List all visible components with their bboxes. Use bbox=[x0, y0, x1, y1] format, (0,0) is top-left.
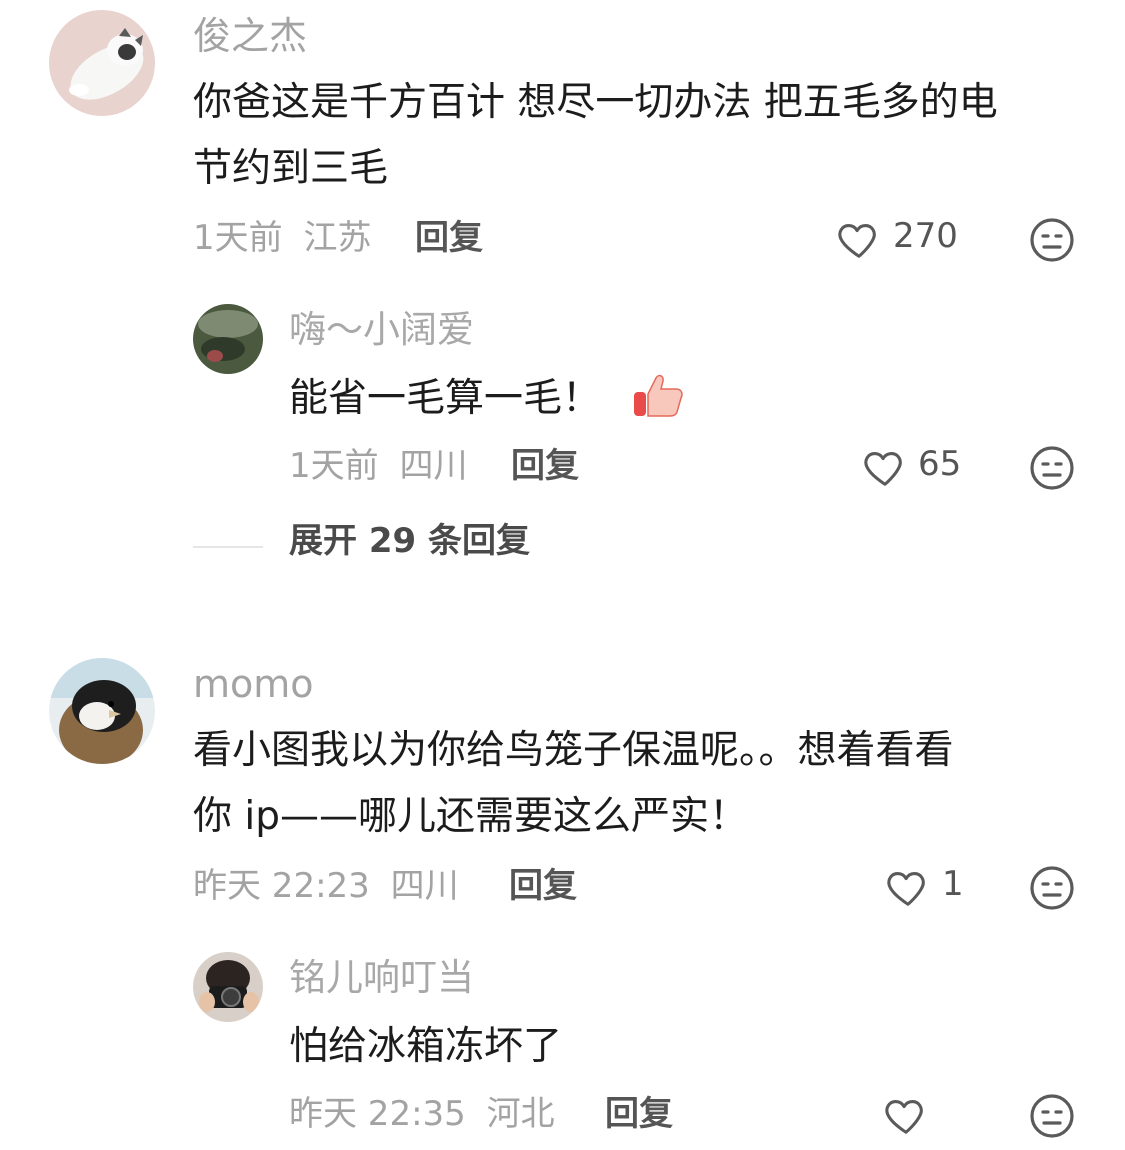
heart-outline-icon[interactable] bbox=[862, 444, 908, 490]
comment-text-line: 你 ip——哪儿还需要这么严实！ bbox=[193, 794, 748, 839]
comment-time: 昨天 22:23 bbox=[193, 866, 370, 906]
reply-author[interactable]: 铭儿响叮当 bbox=[289, 956, 474, 1000]
comment-text: 看小图我以为你给鸟笼子保温呢。。想着看看 你 ip——哪儿还需要这么严实！ bbox=[193, 718, 1093, 850]
reply-text: 怕给冰箱冻坏了 bbox=[289, 1024, 563, 1069]
comment-text-line: 节约到三毛 bbox=[193, 146, 389, 191]
like-count: 1 bbox=[942, 864, 964, 904]
avatar-bird[interactable] bbox=[49, 658, 155, 764]
comment-location: 江苏 bbox=[303, 218, 372, 258]
reply-location: 四川 bbox=[399, 446, 468, 486]
comment-text: 你爸这是千方百计 想尽一切办法 把五毛多的电 节约到三毛 bbox=[193, 70, 1093, 202]
comment-author[interactable]: momo bbox=[193, 662, 314, 706]
reply-text: 能省一毛算一毛！ bbox=[289, 376, 602, 421]
expand-divider bbox=[193, 546, 263, 548]
reply-time: 昨天 22:35 bbox=[289, 1094, 466, 1134]
avatar-reply-1[interactable] bbox=[193, 304, 263, 374]
comment-meta: 1天前 江苏 bbox=[193, 216, 371, 260]
reply-time: 1天前 bbox=[289, 446, 379, 486]
reply-button[interactable]: 回复 bbox=[605, 1092, 673, 1136]
like-count: 65 bbox=[918, 444, 962, 484]
avatar-cat[interactable] bbox=[49, 10, 155, 116]
neutral-face-icon[interactable] bbox=[1028, 1092, 1076, 1140]
reply-button[interactable]: 回复 bbox=[509, 864, 577, 908]
reply-button[interactable]: 回复 bbox=[511, 444, 579, 488]
neutral-face-icon[interactable] bbox=[1028, 444, 1076, 492]
expand-replies-button[interactable]: 展开 29 条回复 bbox=[289, 519, 530, 563]
reply-meta: 1天前 四川 bbox=[289, 444, 467, 488]
reply-meta: 昨天 22:35 河北 bbox=[289, 1092, 555, 1136]
reply-text-row: 能省一毛算一毛！ bbox=[289, 366, 601, 432]
heart-outline-icon[interactable] bbox=[836, 216, 882, 262]
heart-outline-icon[interactable] bbox=[883, 1092, 929, 1138]
like-count: 270 bbox=[893, 216, 958, 256]
reply-author[interactable]: 嗨～小阔爱 bbox=[289, 308, 474, 352]
reply-button[interactable]: 回复 bbox=[415, 216, 483, 260]
avatar-reply-2[interactable] bbox=[193, 952, 263, 1022]
comment-meta: 昨天 22:23 四川 bbox=[193, 864, 459, 908]
comment-text-line: 你爸这是千方百计 想尽一切办法 把五毛多的电 bbox=[193, 80, 998, 125]
neutral-face-icon[interactable] bbox=[1028, 864, 1076, 912]
reply-location: 河北 bbox=[486, 1094, 555, 1134]
comment-text-line: 看小图我以为你给鸟笼子保温呢。。想着看看 bbox=[193, 728, 954, 773]
neutral-face-icon[interactable] bbox=[1028, 216, 1076, 264]
heart-outline-icon[interactable] bbox=[885, 864, 931, 910]
comment-author[interactable]: 俊之杰 bbox=[193, 14, 307, 58]
thumbs-up-emoji-icon bbox=[632, 372, 684, 418]
comment-time: 1天前 bbox=[193, 218, 283, 258]
comment-location: 四川 bbox=[390, 866, 459, 906]
